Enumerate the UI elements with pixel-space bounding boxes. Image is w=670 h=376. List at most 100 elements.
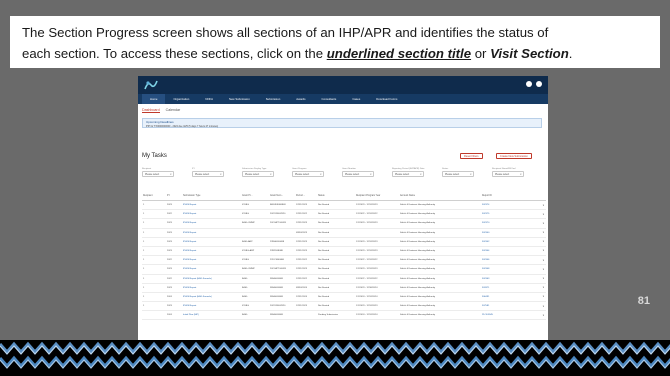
column-header[interactable]: Submission Type — [183, 195, 200, 197]
row-actions-icon[interactable]: ▾ — [543, 213, 544, 216]
table-cell: Salish & Kootenai Housing Authority — [400, 286, 436, 289]
submission-link[interactable]: IPH20 Report — [183, 232, 196, 234]
table-header: Recipient FY Submission Type Grant Pr... Gra… — [142, 193, 546, 201]
filter-select[interactable]: Please select ▾ — [242, 171, 274, 177]
submission-link[interactable]: IPH20 Report — [183, 213, 196, 215]
column-header[interactable]: Recipient — [143, 195, 153, 197]
row-actions-icon[interactable]: ▾ — [543, 314, 544, 317]
row-actions-icon[interactable]: ▾ — [543, 286, 544, 289]
table-cell[interactable]: 302348 — [482, 268, 489, 270]
table-cell[interactable]: 306491 — [482, 296, 489, 298]
row-actions-icon[interactable]: ▾ — [543, 231, 544, 234]
nav-item-home[interactable]: Home — [142, 94, 166, 104]
table-cell[interactable]: 302344 — [482, 250, 489, 252]
table-row[interactable]: 1 2023 IPH20 Report IHBG-CMMP 2021HPTG0093 12… — [142, 219, 546, 229]
nav-item-new-submission[interactable]: New Submission — [221, 97, 258, 101]
table-cell: 1 — [143, 231, 145, 234]
filter-1: FY Please select ▾ — [192, 168, 224, 177]
table-row[interactable]: 1 2023 IPH20 Report IHBG 3RH0000808 09/30/202… — [142, 284, 546, 293]
row-actions-icon[interactable]: ▾ — [543, 268, 544, 271]
filter-select[interactable]: Please select ▾ — [442, 171, 474, 177]
submission-link[interactable]: IPH20 Report — [183, 287, 196, 289]
chevron-down-icon: ▾ — [370, 173, 372, 176]
filter-select[interactable]: Please select ▾ — [192, 171, 224, 177]
column-header[interactable]: Status — [318, 195, 325, 197]
table-cell[interactable]: 302346 — [482, 259, 489, 261]
nav-item-submission[interactable]: Submission — [258, 97, 288, 101]
filter-select[interactable]: Please select ▾ — [492, 171, 524, 177]
row-actions-icon[interactable]: ▾ — [543, 222, 544, 225]
submission-link[interactable]: IPH20 Report — [183, 305, 196, 307]
submission-link[interactable]: IPH20 Report (HBG Formula) — [183, 296, 212, 298]
row-actions-icon[interactable]: ▾ — [543, 277, 544, 280]
table-cell[interactable]: 302342 — [482, 241, 489, 243]
filter-select-value: Please select — [145, 173, 160, 176]
table-row[interactable]: 1 2023 IPH20 Report ICDBG 2022CR002920 12/31/… — [142, 302, 546, 312]
table-cell[interactable]: 302370 — [482, 222, 489, 224]
column-header[interactable]: Account Name — [400, 195, 415, 197]
table-row[interactable]: 1 2023 IPH20 Report ICDBG-ARP 22RP008088 12/3… — [142, 247, 546, 257]
user-icon[interactable] — [536, 81, 542, 87]
submission-link[interactable]: IPH20 Report — [183, 241, 196, 243]
row-actions-icon[interactable]: ▾ — [543, 259, 544, 262]
table-cell[interactable]: 302363 — [482, 278, 489, 280]
upcoming-deadlines-box: Upcoming Deadlines IHP for TX0000000000 … — [142, 118, 542, 128]
reset-filters-button[interactable]: Reset Filters — [460, 153, 483, 159]
deadline-text[interactable]: IHP for TX0000000000 - 2024 due 4/25 (5 … — [146, 125, 218, 128]
table-row[interactable]: 1 2023 IPH20 Report 09/30/2023 Not Started Sa… — [142, 229, 546, 238]
tab-calendar[interactable]: Calendar — [166, 108, 181, 113]
table-cell: 1/1/2024 - 12/31/2024 — [356, 295, 378, 298]
filter-select[interactable]: Please select ▾ — [292, 171, 324, 177]
table-row[interactable]: 1 2023 IPH20 Report IHBG-CMMP 2021HPTG0093 12… — [142, 265, 546, 275]
column-header[interactable]: Grant Pr... — [242, 195, 252, 197]
tab-dashboard[interactable]: Dashboard — [142, 108, 160, 113]
column-header[interactable]: Period ... — [296, 195, 305, 197]
row-actions-icon[interactable]: ▾ — [543, 295, 544, 298]
create-submission-button[interactable]: Create New Submission — [496, 153, 532, 159]
table-cell[interactable]: 302375 — [482, 213, 489, 215]
submission-link[interactable]: Initial Plan (IHP) — [183, 314, 199, 316]
table-cell[interactable]: 302374 — [482, 204, 489, 206]
column-header[interactable]: Grant Num... — [270, 195, 283, 197]
nav-item-cases[interactable]: Cases — [344, 97, 368, 101]
submission-link[interactable]: IPH20 Report — [183, 204, 196, 206]
table-row[interactable]: 1 2023 IPH20 Report ICDBG B08UD8080848 12/31/… — [142, 201, 546, 211]
column-header[interactable]: Recipient Program Year — [356, 195, 380, 197]
submission-link[interactable]: IPH20 Report — [183, 250, 196, 252]
table-row[interactable]: 1 2022 IPH20 Report (HBG Formula) IHBG 3RH00… — [142, 275, 546, 284]
row-actions-icon[interactable]: ▾ — [543, 204, 544, 207]
submission-link[interactable]: IPH20 Report (HBG Formula) — [183, 278, 212, 280]
table-row[interactable]: 1 2022 IPH20 Report ICDBG 2022CR002920 12/31/… — [142, 210, 546, 220]
table-row[interactable]: 1 2024 IPH20 Report (HBG Formula) IHBG 3RH00… — [142, 293, 546, 303]
submission-link[interactable]: IPH20 Report — [183, 222, 196, 224]
table-row[interactable]: 1 2023 IPH20 Report IHBG-ARP 22RH0000088 12/3… — [142, 238, 546, 247]
table-cell: 2022 — [167, 259, 172, 262]
table-cell[interactable]: 302340 — [482, 232, 489, 234]
submission-link[interactable]: IPH20 Report — [183, 268, 196, 270]
filter-select[interactable]: Please select ▾ — [342, 171, 374, 177]
nav-item-download-forms[interactable]: Download Forms — [368, 97, 405, 101]
bell-icon[interactable] — [526, 81, 532, 87]
nav-item-awards[interactable]: Awards — [288, 97, 313, 101]
table-cell[interactable]: 307581 — [482, 305, 489, 307]
chevron-down-icon: ▾ — [170, 173, 172, 176]
column-header[interactable]: FY — [167, 195, 170, 197]
filter-select[interactable]: Please select ▾ — [142, 171, 174, 177]
row-actions-icon[interactable]: ▾ — [543, 240, 544, 243]
table-cell[interactable]: PLOD5945 — [482, 314, 493, 316]
column-header[interactable]: Report ID — [482, 195, 492, 197]
table-row[interactable]: 2024 Initial Plan (IHP) IHBG 3RH0000808 Pend… — [142, 311, 546, 321]
submission-link[interactable]: IPH20 Report — [183, 259, 196, 261]
table-cell: 3RH0000808 — [270, 286, 283, 289]
row-actions-icon[interactable]: ▾ — [543, 249, 544, 252]
table-row[interactable]: 1 2022 IPH20 Report ICDBG 22ICOR00080 12/31/2… — [142, 256, 546, 266]
row-actions-icon[interactable]: ▾ — [543, 305, 544, 308]
nav-item-organization[interactable]: Organization — [165, 97, 197, 101]
table-cell: Salish & Kootenai Housing Authority — [400, 305, 436, 308]
filter-select[interactable]: Please select ▾ — [392, 171, 424, 177]
table-cell: 1/1/2023 - 12/31/2023 — [356, 240, 378, 243]
table-cell[interactable]: 303371 — [482, 287, 489, 289]
nav-item-nofa[interactable]: NOFA — [197, 97, 221, 101]
table-cell: Salish & Kootenai Housing Authority — [400, 295, 436, 298]
nav-item-consultants[interactable]: Consultants — [314, 97, 345, 101]
